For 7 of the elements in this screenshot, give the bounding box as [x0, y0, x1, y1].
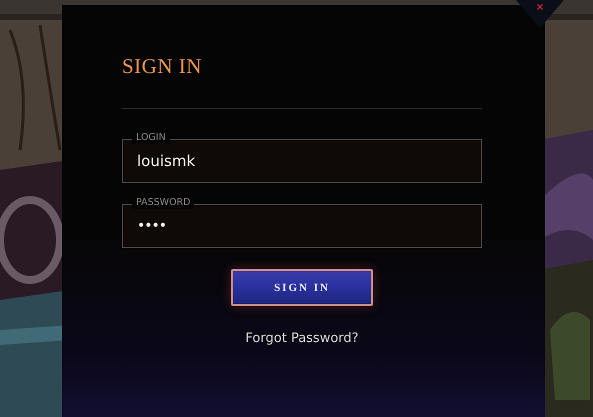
sign-in-button[interactable]: SIGN IN: [231, 269, 373, 306]
field-label: LOGIN: [132, 132, 170, 144]
password-field[interactable]: ••••: [122, 204, 482, 248]
forgot-password-link[interactable]: Forgot Password?: [245, 331, 359, 346]
login-field[interactable]: louismk: [122, 139, 482, 183]
field-label: PASSWORD: [132, 197, 194, 209]
dialog-title: SIGN IN: [122, 53, 203, 80]
